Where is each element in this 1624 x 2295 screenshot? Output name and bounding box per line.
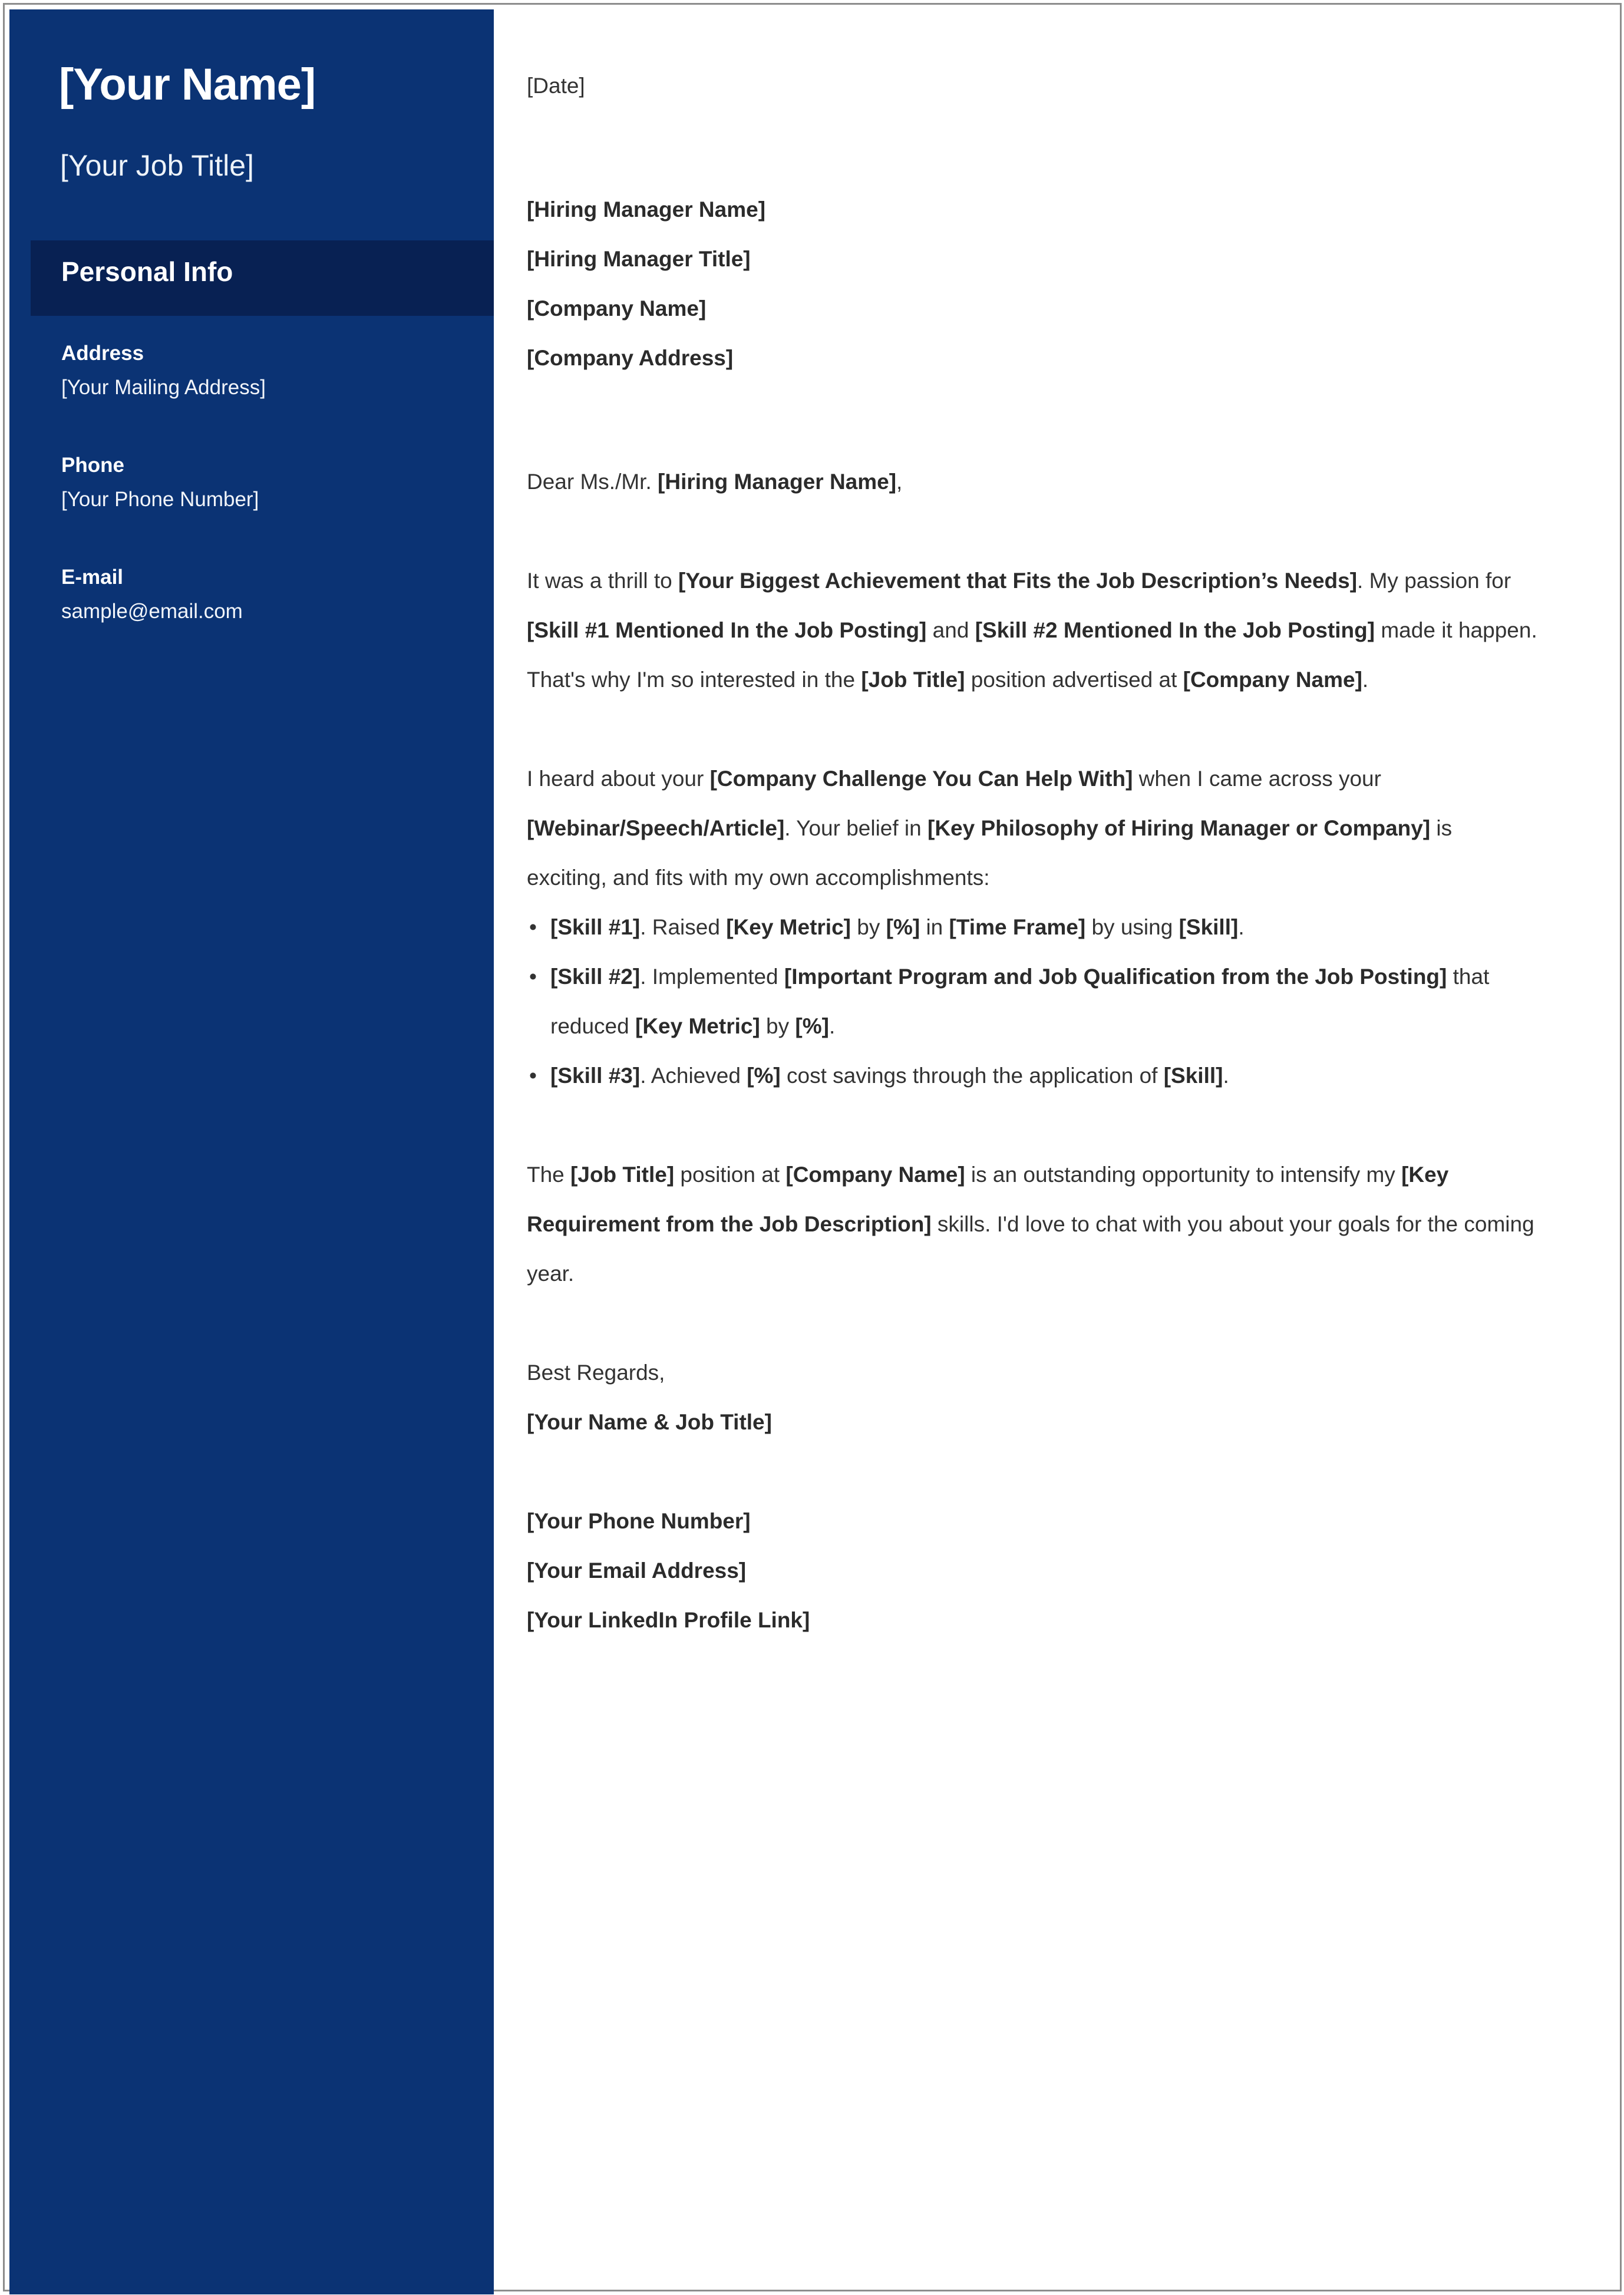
spacer-after-date	[527, 111, 1538, 160]
list-item: • [Skill #1]. Raised [Key Metric] by [%]…	[527, 903, 1538, 952]
personal-info-band: Personal Info	[31, 240, 494, 316]
personal-info-heading: Personal Info	[61, 256, 233, 287]
sidebar-field-phone: Phone [Your Phone Number]	[61, 453, 474, 513]
bullet-icon: •	[529, 1064, 537, 1088]
paragraph-1: It was a thrill to [Your Biggest Achieve…	[527, 569, 1537, 692]
contact-phone: [Your Phone Number]	[527, 1509, 751, 1533]
contact-linkedin: [Your LinkedIn Profile Link]	[527, 1608, 810, 1632]
phone-label: Phone	[61, 454, 124, 477]
recipient-company-address: [Company Address]	[527, 346, 734, 370]
recipient-manager-title: [Hiring Manager Title]	[527, 247, 751, 271]
letter-body: [Date] [Hiring Manager Name] [Hiring Man…	[527, 61, 1538, 1645]
address-label: Address	[61, 342, 144, 365]
accomplishments-list: • [Skill #1]. Raised [Key Metric] by [%]…	[527, 903, 1538, 1101]
signature-name: [Your Name & Job Title]	[527, 1410, 772, 1434]
recipient-manager-name: [Hiring Manager Name]	[527, 197, 766, 222]
email-value: sample@email.com	[61, 599, 243, 623]
recipient-company-name: [Company Name]	[527, 296, 707, 321]
bullet-icon: •	[529, 965, 537, 989]
candidate-job-title: [Your Job Title]	[60, 149, 254, 182]
spacer-after-bullets	[527, 1101, 1538, 1150]
spacer-after-signature	[527, 1447, 1538, 1497]
salutation: Dear Ms./Mr. [Hiring Manager Name],	[527, 470, 903, 494]
sidebar-field-email: E-mail sample@email.com	[61, 564, 474, 625]
closing: Best Regards,	[527, 1361, 665, 1385]
paragraph-2: I heard about your [Company Challenge Yo…	[527, 767, 1453, 890]
contact-email: [Your Email Address]	[527, 1558, 747, 1583]
bullet-icon: •	[529, 915, 537, 939]
cover-letter-page: [Your Name] [Your Job Title] Personal In…	[0, 0, 1624, 2295]
candidate-name: [Your Name]	[59, 60, 316, 110]
spacer-after-recipient	[527, 383, 1538, 432]
letter-date: [Date]	[527, 74, 585, 98]
phone-value: [Your Phone Number]	[61, 487, 259, 511]
email-label: E-mail	[61, 566, 124, 589]
spacer-after-p1	[527, 705, 1538, 754]
sidebar: [Your Name] [Your Job Title] Personal In…	[9, 9, 494, 2294]
sidebar-field-address: Address [Your Mailing Address]	[61, 341, 474, 401]
page-frame: [Your Name] [Your Job Title] Personal In…	[3, 3, 1622, 2294]
spacer-after-recipient-2	[527, 432, 1538, 457]
list-item: • [Skill #3]. Achieved [%] cost savings …	[527, 1051, 1538, 1101]
list-item: • [Skill #2]. Implemented [Important Pro…	[527, 952, 1538, 1051]
spacer-after-p3	[527, 1299, 1538, 1348]
list-item-text: [Skill #3]. Achieved [%] cost savings th…	[550, 1064, 1229, 1088]
spacer-after-salutation	[527, 507, 1538, 556]
list-item-text: [Skill #2]. Implemented [Important Progr…	[550, 965, 1490, 1038]
list-item-text: [Skill #1]. Raised [Key Metric] by [%] i…	[550, 915, 1245, 939]
address-value: [Your Mailing Address]	[61, 375, 266, 399]
spacer-after-date-2	[527, 160, 1538, 185]
paragraph-3: The [Job Title] position at [Company Nam…	[527, 1163, 1534, 1286]
